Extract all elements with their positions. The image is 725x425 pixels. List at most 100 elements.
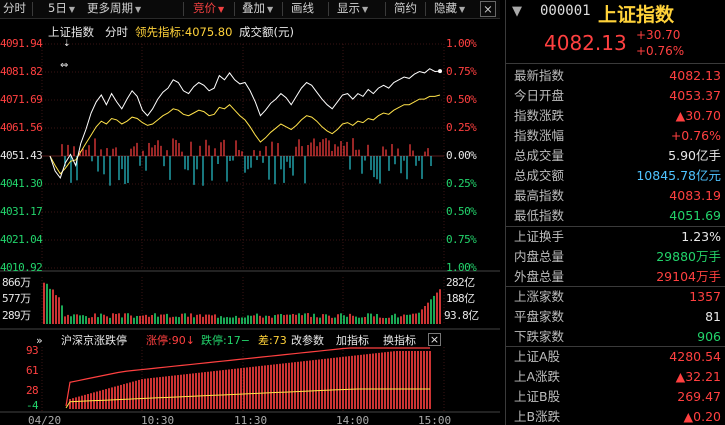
chevron-down-icon: ▼ <box>362 5 369 14</box>
stat-row: 上证B股 269.47 <box>506 387 725 407</box>
stat-row: 最低指数 4051.69 <box>506 206 725 226</box>
toolbar-divider <box>385 2 386 16</box>
limit-tick: 61 <box>26 364 39 377</box>
pct-tick: 1.00% <box>446 37 477 50</box>
stat-value: ▲0.20 <box>683 409 721 424</box>
close-glyph: × <box>429 333 440 346</box>
stat-value: ▲32.21 <box>675 369 721 384</box>
price-tick: 4041.30 <box>0 177 43 190</box>
index-code: 000001 <box>540 3 591 19</box>
more-periods-label: 更多周期 <box>87 1 133 15</box>
close-icon[interactable]: × <box>428 333 441 346</box>
stat-row: 内盘总量 29880万手 <box>506 247 725 267</box>
stat-label: 上A涨跌 <box>514 369 561 384</box>
tab-intraday[interactable]: 分时 <box>3 0 26 18</box>
stat-value: 4082.13 <box>669 68 721 83</box>
chevron-down-icon: ▼ <box>68 5 75 14</box>
limit-tick: 28 <box>26 384 39 397</box>
stat-value: 4280.54 <box>669 349 721 364</box>
tab-5day-label: 5日 <box>48 1 67 15</box>
expand-horizontal-icon[interactable]: ⇔ <box>60 59 68 73</box>
limit-up-count: 涨停:90↓ <box>146 334 195 348</box>
dropdown-arrow-icon[interactable]: ▼ <box>512 4 522 19</box>
add-indicator-button[interactable]: 加指标 <box>336 334 369 348</box>
current-price: 4082.13 <box>544 31 627 55</box>
stat-row: 指数涨跌 ▲30.70 <box>506 106 725 126</box>
stat-value: 906 <box>697 329 721 344</box>
chart-mode-label: 分时 <box>105 25 128 39</box>
more-periods-button[interactable]: 更多周期 ▼ <box>87 0 141 18</box>
stat-row: 上证A股 4280.54 <box>506 347 725 367</box>
chart-canvas[interactable] <box>0 19 500 425</box>
volume-tick: 866万 <box>2 276 31 289</box>
stat-value: +0.76% <box>670 128 721 143</box>
stat-label: 指数涨跌 <box>514 108 565 123</box>
stat-row: 最新指数 4082.13 <box>506 66 725 86</box>
stat-row: 最高指数 4083.19 <box>506 186 725 206</box>
toolbar-divider <box>425 2 426 16</box>
stat-label: 上证换手 <box>514 229 565 244</box>
overlay-label: 叠加 <box>242 1 265 15</box>
stat-row: 外盘总量 29104万手 <box>506 267 725 287</box>
stat-row: 总成交额 10845.78亿元 <box>506 166 725 186</box>
stat-label: 外盘总量 <box>514 269 565 284</box>
draw-line-button[interactable]: 画线 <box>291 0 314 18</box>
pct-tick: 0.75% <box>446 233 477 246</box>
pct-tick: 0.00% <box>446 149 477 162</box>
close-icon[interactable]: × <box>480 1 496 17</box>
stat-label: 上证B股 <box>514 389 561 404</box>
change-params-button[interactable]: 改参数 <box>291 334 324 348</box>
close-glyph: × <box>483 2 493 16</box>
pct-tick: 0.50% <box>446 93 477 106</box>
price-tick: 4021.04 <box>0 233 43 246</box>
stat-label: 上涨家数 <box>514 289 565 304</box>
x-axis-tick: 14:00 <box>336 414 370 425</box>
stat-row: 下跌家数 906 <box>506 327 725 347</box>
stat-label: 最低指数 <box>514 208 565 223</box>
stat-row: 上B涨跌 ▲0.20 <box>506 407 725 425</box>
limit-diff: 差:73 <box>258 334 287 347</box>
limit-down-label: 跌停:17 <box>201 334 241 347</box>
simple-mode-label: 简约 <box>394 1 417 15</box>
price-tick: 4061.56 <box>0 121 43 134</box>
limit-up-label: 涨停:90 <box>146 334 186 347</box>
limit-panel-title: 沪深京涨跌停 <box>61 334 127 347</box>
index-name: 上证指数 <box>598 4 675 26</box>
volume-tick: 289万 <box>2 309 31 322</box>
x-axis-tick: 10:30 <box>141 414 175 425</box>
stat-value: 29104万手 <box>656 269 721 284</box>
auction-label: 竞价 <box>193 1 216 15</box>
toolbar-divider <box>328 2 329 16</box>
hide-button[interactable]: 隐藏 ▼ <box>434 0 465 18</box>
stat-row: 上涨家数 1357 <box>506 287 725 307</box>
tab-5day[interactable]: 5日 ▼ <box>48 0 75 18</box>
stat-label: 下跌家数 <box>514 329 565 344</box>
stat-row: 上A涨跌 ▲32.21 <box>506 367 725 387</box>
stat-label: 最新指数 <box>514 68 565 83</box>
chart-toolbar: 分时 5日 ▼ 更多周期 ▼ 竞价 ▼ 叠加 ▼ 画线 显示 ▼ 简约 隐藏 ▼ × <box>0 0 500 19</box>
panel-divider <box>506 346 725 347</box>
quote-panel: ▼ 000001 上证指数 4082.13 +30.70 +0.76% 最新指数… <box>505 0 725 425</box>
chevron-down-icon: ▼ <box>218 5 225 14</box>
turnover-tick: 282亿 <box>446 276 475 289</box>
simple-mode-button[interactable]: 简约 <box>394 0 417 18</box>
draw-line-label: 画线 <box>291 1 314 15</box>
chevron-down-icon: ▼ <box>135 5 142 14</box>
stat-value: 81 <box>705 309 721 324</box>
stat-value: 4083.19 <box>669 188 721 203</box>
display-button[interactable]: 显示 ▼ <box>337 0 368 18</box>
pin-down-icon[interactable]: ⇣ <box>63 37 71 51</box>
toolbar-divider <box>183 2 184 16</box>
x-axis-tick: 15:00 <box>418 414 452 425</box>
chevron-down-icon: ▼ <box>459 5 466 14</box>
volume-tick: 577万 <box>2 292 31 305</box>
stat-value: 1357 <box>689 289 721 304</box>
auction-button[interactable]: 竞价 ▼ <box>193 0 224 18</box>
overlay-button[interactable]: 叠加 ▼ <box>242 0 273 18</box>
limit-tick: -4 <box>26 399 39 412</box>
display-label: 显示 <box>337 1 360 15</box>
turnover-tick: 93.8亿 <box>444 309 479 322</box>
price-tick: 4031.17 <box>0 205 43 218</box>
stat-label: 总成交额 <box>514 168 565 183</box>
switch-indicator-button[interactable]: 换指标 <box>383 334 416 348</box>
